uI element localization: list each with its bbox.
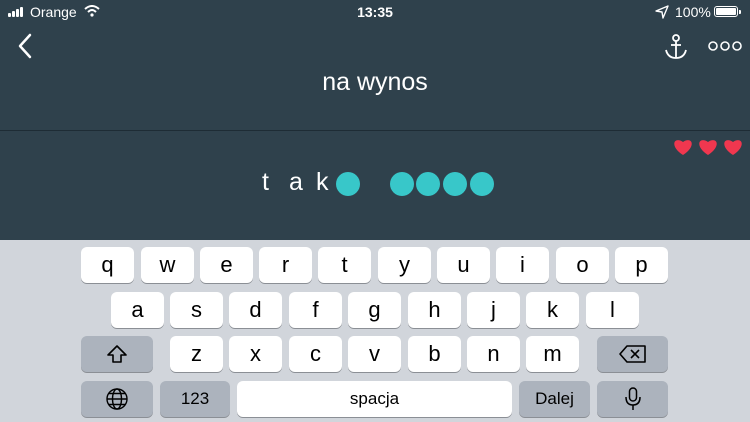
numbers-key[interactable]: 123 bbox=[160, 381, 230, 417]
status-bar: Orange 13:35 100% bbox=[0, 0, 750, 24]
key-n[interactable]: n bbox=[467, 336, 520, 372]
key-m[interactable]: m bbox=[526, 336, 579, 372]
key-i[interactable]: i bbox=[496, 247, 549, 283]
keyboard: q w e r t y u i o p a s d f g h j k l z … bbox=[0, 240, 750, 422]
key-x[interactable]: x bbox=[229, 336, 282, 372]
heart-icon bbox=[699, 140, 717, 155]
prompt-title: na wynos bbox=[322, 68, 428, 96]
battery-percent: 100% bbox=[675, 4, 711, 20]
key-b[interactable]: b bbox=[408, 336, 461, 372]
key-j[interactable]: j bbox=[467, 292, 520, 328]
heart-icon bbox=[724, 140, 742, 155]
key-d[interactable]: d bbox=[229, 292, 282, 328]
key-o[interactable]: o bbox=[556, 247, 609, 283]
answer-letter: t bbox=[262, 168, 269, 196]
key-r[interactable]: r bbox=[259, 247, 312, 283]
app-screen: Orange 13:35 100% na wynos t a k bbox=[0, 0, 750, 240]
key-w[interactable]: w bbox=[141, 247, 194, 283]
key-l[interactable]: l bbox=[586, 292, 639, 328]
backspace-icon bbox=[618, 345, 646, 363]
key-z[interactable]: z bbox=[170, 336, 223, 372]
answer-letter: a bbox=[289, 168, 303, 196]
space-key[interactable]: spacja bbox=[237, 381, 512, 417]
hidden-letter-dot bbox=[336, 172, 360, 196]
key-u[interactable]: u bbox=[437, 247, 490, 283]
key-v[interactable]: v bbox=[348, 336, 401, 372]
lives-hearts bbox=[673, 138, 745, 158]
key-c[interactable]: c bbox=[289, 336, 342, 372]
location-arrow-icon bbox=[655, 5, 669, 19]
key-s[interactable]: s bbox=[170, 292, 223, 328]
shift-arrow-icon bbox=[107, 345, 127, 363]
shift-key[interactable] bbox=[81, 336, 153, 372]
header-divider bbox=[0, 130, 750, 131]
hidden-letter-dot bbox=[416, 172, 440, 196]
anchor-icon[interactable] bbox=[662, 33, 690, 61]
key-h[interactable]: h bbox=[408, 292, 461, 328]
dictation-key[interactable] bbox=[597, 381, 668, 417]
key-a[interactable]: a bbox=[111, 292, 164, 328]
globe-icon bbox=[106, 388, 128, 410]
key-y[interactable]: y bbox=[378, 247, 431, 283]
key-k[interactable]: k bbox=[526, 292, 579, 328]
key-e[interactable]: e bbox=[200, 247, 253, 283]
battery-icon bbox=[714, 6, 741, 17]
key-q[interactable]: q bbox=[81, 247, 134, 283]
key-g[interactable]: g bbox=[348, 292, 401, 328]
heart-icon bbox=[674, 140, 692, 155]
key-f[interactable]: f bbox=[289, 292, 342, 328]
clock: 13:35 bbox=[357, 4, 393, 20]
globe-key[interactable] bbox=[81, 381, 153, 417]
hidden-letter-dot bbox=[443, 172, 467, 196]
answer-letter: k bbox=[316, 168, 329, 196]
hidden-letter-dot bbox=[390, 172, 414, 196]
key-p[interactable]: p bbox=[615, 247, 668, 283]
more-options-icon[interactable] bbox=[708, 38, 742, 54]
microphone-icon bbox=[624, 387, 641, 410]
return-key[interactable]: Dalej bbox=[519, 381, 590, 417]
hidden-letter-dot bbox=[470, 172, 494, 196]
back-chevron-icon[interactable] bbox=[14, 32, 38, 60]
key-t[interactable]: t bbox=[318, 247, 371, 283]
backspace-key[interactable] bbox=[597, 336, 668, 372]
